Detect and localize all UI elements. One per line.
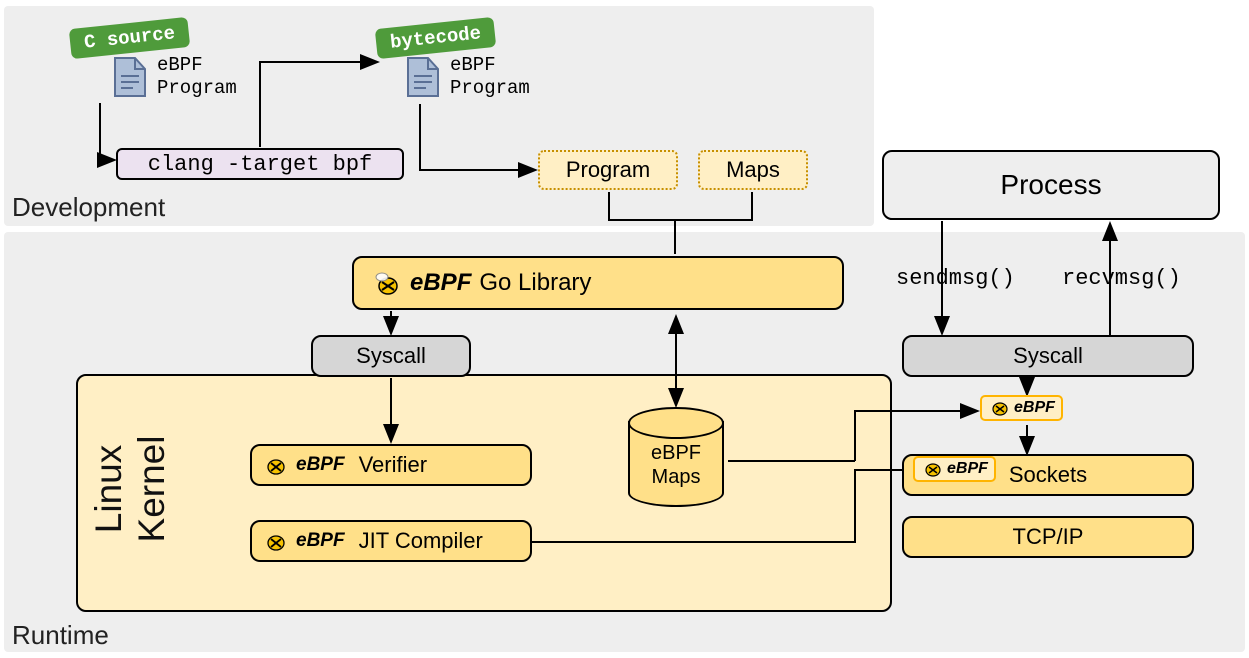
ebpf-logo-text: eBPF xyxy=(296,454,345,476)
bytecode-text: eBPF Program xyxy=(450,54,530,100)
program-box: Program xyxy=(538,150,678,190)
bee-icon xyxy=(262,530,288,552)
file-icon xyxy=(113,56,147,98)
syscall-left-box: Syscall xyxy=(311,335,471,377)
linux-kernel-box xyxy=(76,374,892,612)
ebpf-logo-text: eBPF xyxy=(1014,399,1055,417)
bee-icon xyxy=(372,270,402,296)
bee-icon xyxy=(921,460,943,478)
syscall-right-box: Syscall xyxy=(902,335,1194,377)
tcpip-box: TCP/IP xyxy=(902,516,1194,558)
linux-kernel-title: Linux Kernel xyxy=(88,374,173,604)
sendmsg-label: sendmsg() xyxy=(896,266,1015,291)
jit-box: eBPF JIT Compiler xyxy=(250,520,532,562)
clang-box: clang -target bpf xyxy=(116,148,404,180)
ebpf-logo-text: eBPF xyxy=(947,460,988,478)
bytecode-file: eBPF Program xyxy=(406,54,530,100)
development-label: Development xyxy=(12,192,165,223)
recvmsg-label: recvmsg() xyxy=(1062,266,1181,291)
c-source-text: eBPF Program xyxy=(157,54,237,100)
runtime-label: Runtime xyxy=(12,620,109,651)
ebpf-logo-text: eBPF xyxy=(296,530,345,552)
go-library-box: eBPF Go Library xyxy=(352,256,844,310)
file-icon xyxy=(406,56,440,98)
process-box: Process xyxy=(882,150,1220,220)
c-source-file: eBPF Program xyxy=(113,54,237,100)
bee-icon xyxy=(988,399,1010,417)
ebpf-logo-text: eBPF xyxy=(410,269,471,297)
ebpf-maps-cylinder: eBPF Maps xyxy=(628,407,724,507)
maps-box: Maps xyxy=(698,150,808,190)
verifier-box: eBPF Verifier xyxy=(250,444,532,486)
diagram-stage: Development Runtime Linux Kernel xyxy=(0,0,1249,658)
ebpf-hook-sockets: eBPF xyxy=(913,456,996,482)
bee-icon xyxy=(262,454,288,476)
ebpf-hook-top: eBPF xyxy=(980,395,1063,421)
